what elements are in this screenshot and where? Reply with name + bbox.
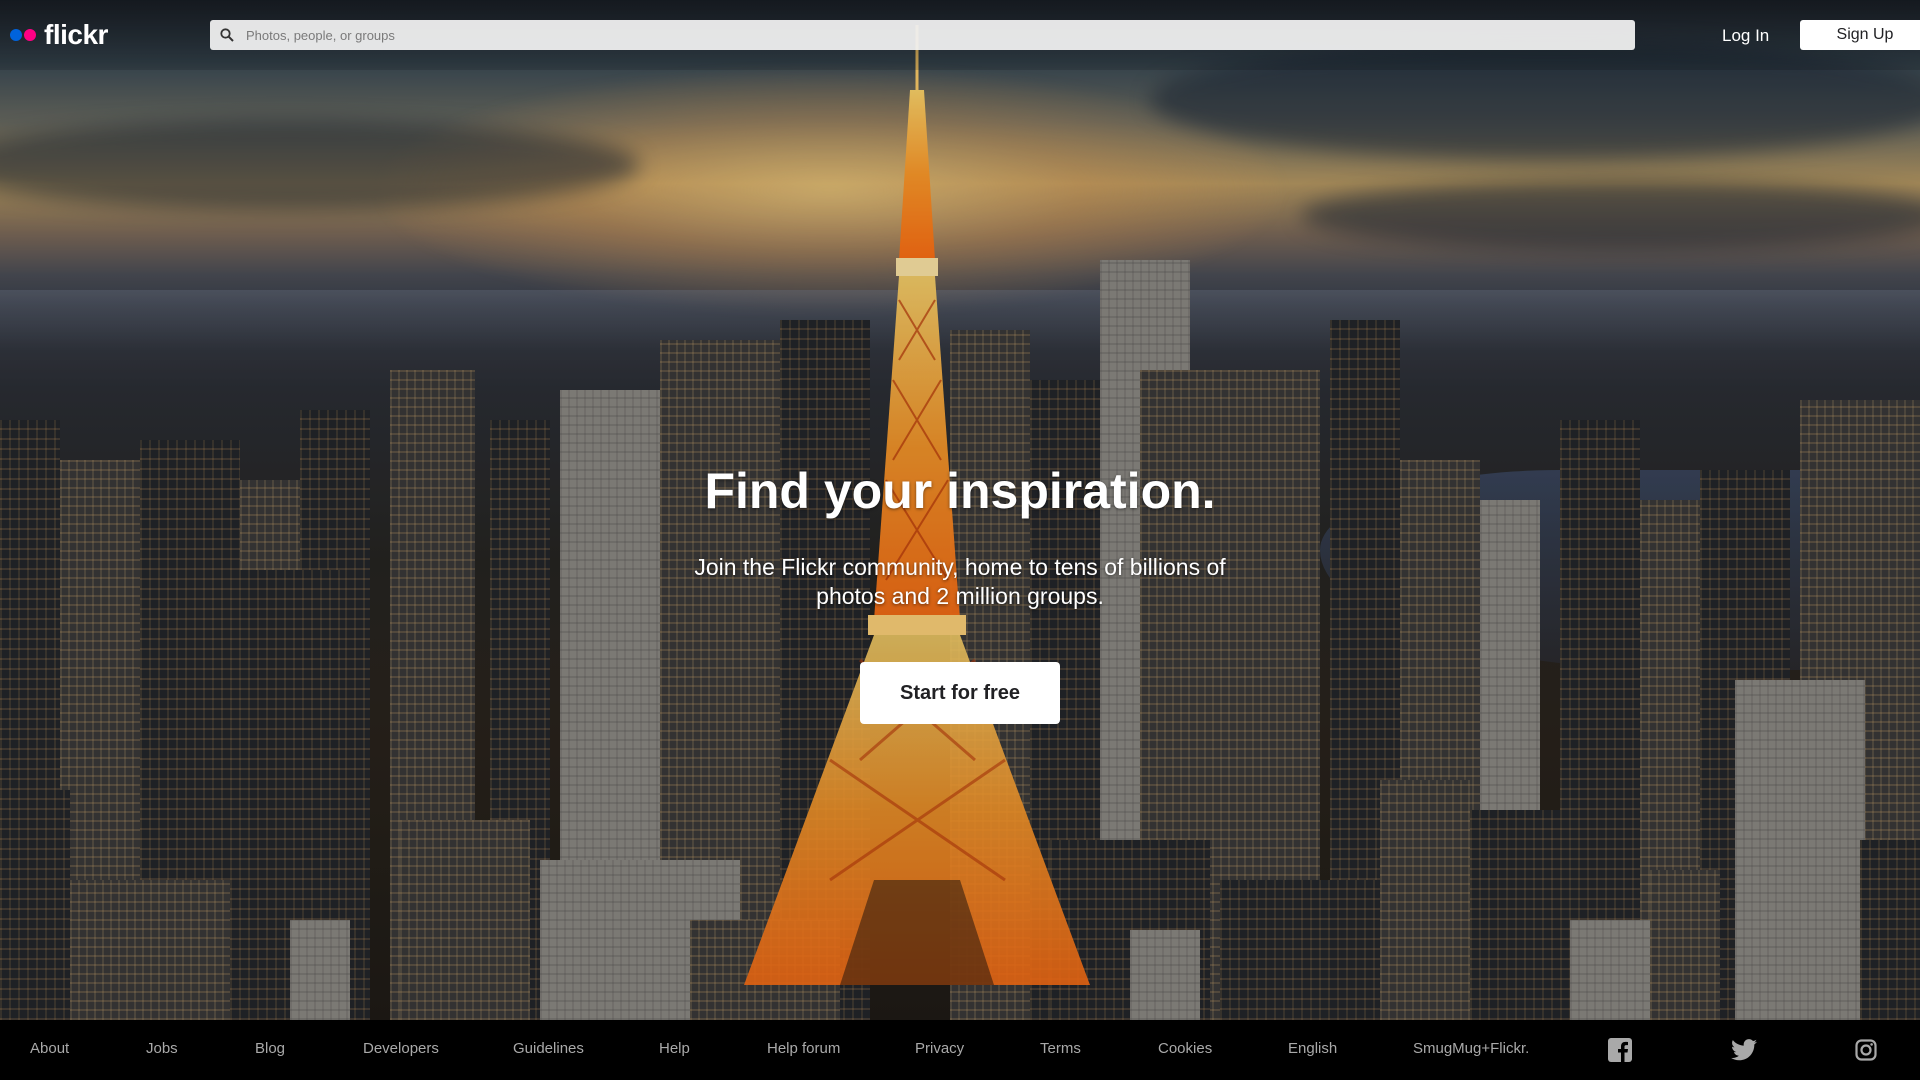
footer-link-about[interactable]: About — [30, 1040, 69, 1057]
footer-link-help-forum[interactable]: Help forum — [767, 1040, 840, 1057]
footer-link-guidelines[interactable]: Guidelines — [513, 1040, 584, 1057]
hero-subline: Join the Flickr community, home to tens … — [694, 554, 1226, 609]
footer-link-blog[interactable]: Blog — [255, 1040, 285, 1057]
hero-headline: Find your inspiration. — [704, 463, 1216, 519]
top-navigation-bar: flickr Log In Sign Up — [0, 0, 1920, 70]
search-bar[interactable] — [210, 20, 1635, 50]
logo-wordmark: flickr — [44, 19, 108, 50]
instagram-icon[interactable] — [1853, 1038, 1879, 1062]
footer-link-language[interactable]: English — [1288, 1040, 1337, 1057]
facebook-icon[interactable] — [1607, 1038, 1633, 1062]
signup-button[interactable]: Sign Up — [1800, 20, 1920, 50]
start-for-free-button[interactable]: Start for free — [860, 662, 1060, 724]
footer-link-smugmug[interactable]: SmugMug+Flickr. — [1413, 1040, 1529, 1057]
footer-link-jobs[interactable]: Jobs — [146, 1040, 178, 1057]
footer: About Jobs Blog Developers Guidelines He… — [0, 1020, 1920, 1080]
logo-pink-dot — [24, 29, 36, 41]
logo-blue-dot — [10, 29, 22, 41]
footer-link-terms[interactable]: Terms — [1040, 1040, 1081, 1057]
login-link[interactable]: Log In — [1722, 22, 1769, 50]
footer-link-help[interactable]: Help — [659, 1040, 690, 1057]
search-icon[interactable] — [218, 26, 236, 44]
search-input[interactable] — [244, 26, 1628, 44]
footer-link-developers[interactable]: Developers — [363, 1040, 439, 1057]
footer-link-cookies[interactable]: Cookies — [1158, 1040, 1212, 1057]
twitter-icon[interactable] — [1731, 1038, 1757, 1062]
flickr-logo[interactable]: flickr — [10, 19, 108, 50]
footer-link-privacy[interactable]: Privacy — [915, 1040, 964, 1057]
